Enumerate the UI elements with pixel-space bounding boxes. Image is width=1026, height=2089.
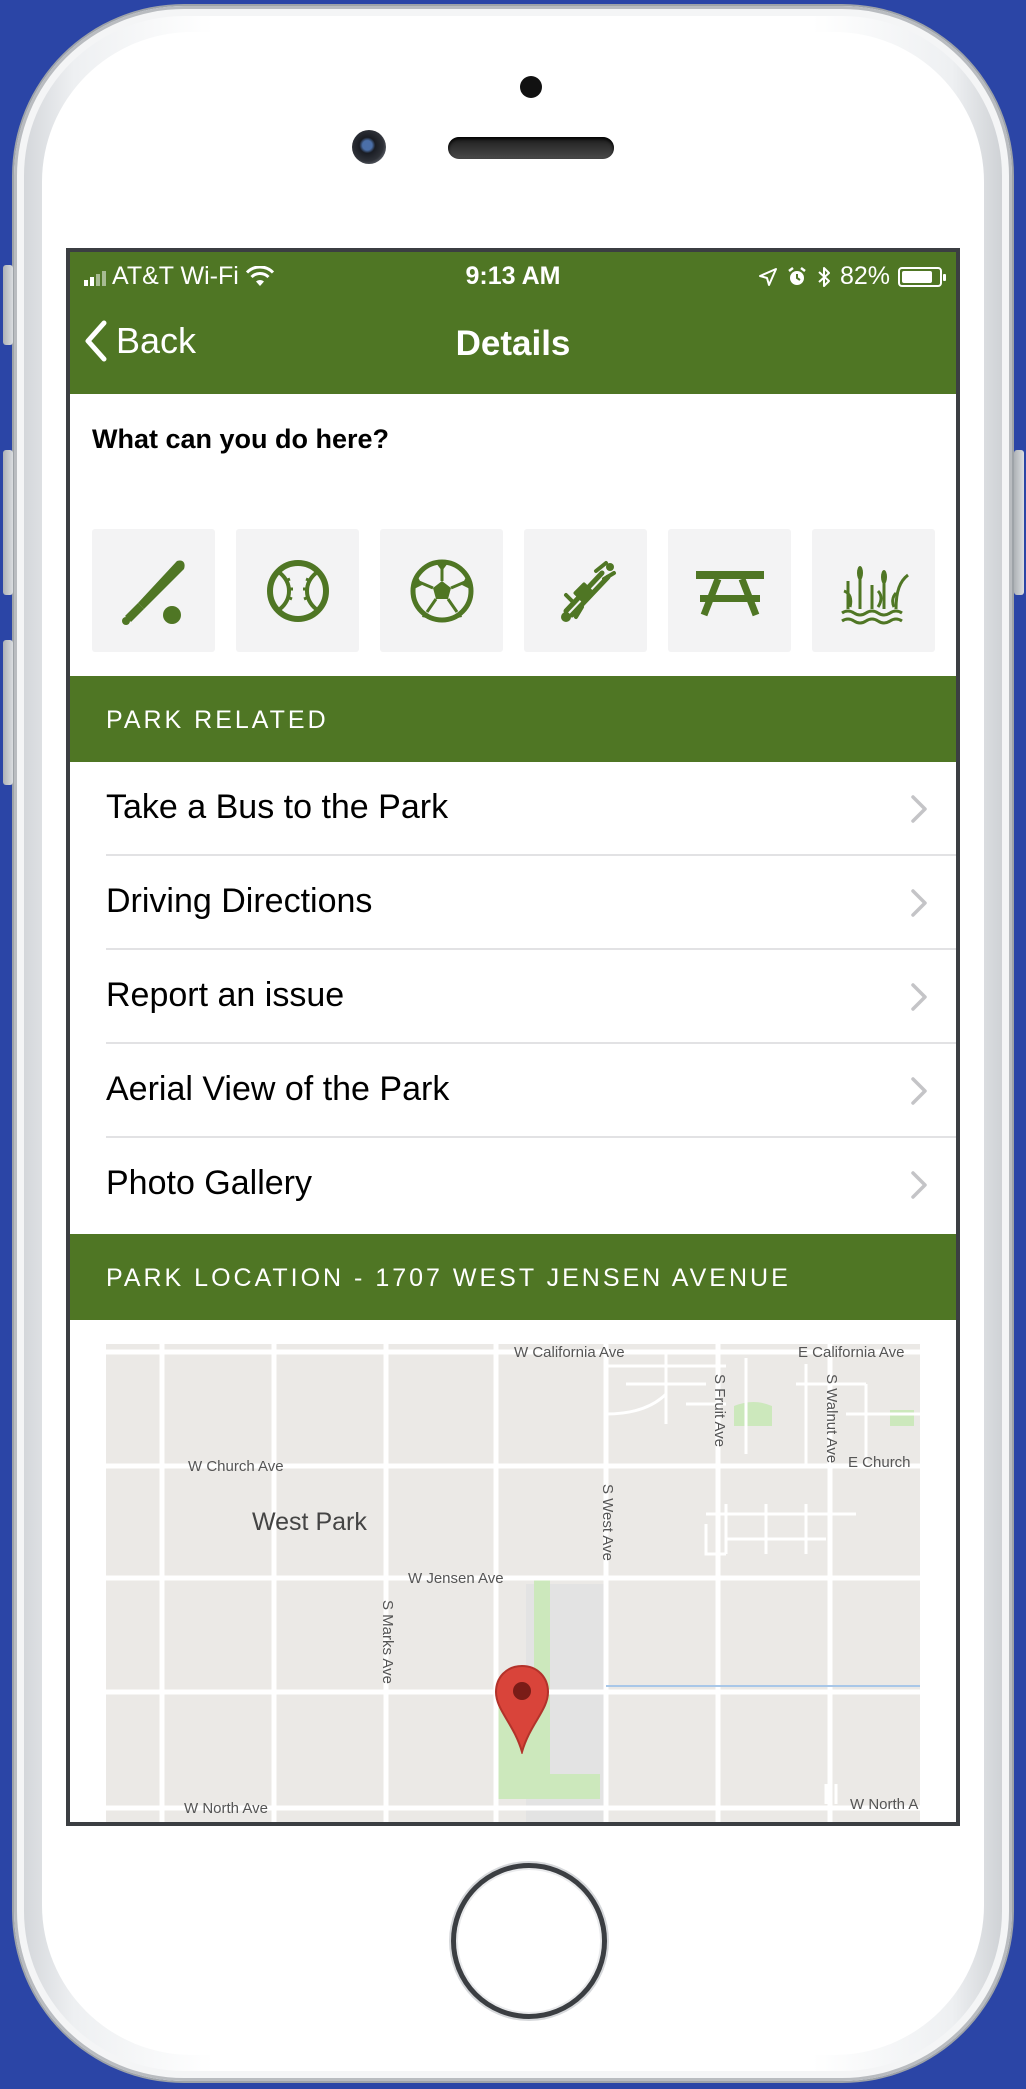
- chevron-right-icon: [911, 1077, 927, 1105]
- status-right: 82%: [758, 262, 946, 291]
- map-label-s-walnut: S Walnut Ave: [823, 1374, 840, 1464]
- activity-icons: [92, 529, 935, 652]
- list-item-take-bus[interactable]: Take a Bus to the Park: [70, 762, 956, 856]
- map-label-w-north-right: W North A: [850, 1796, 919, 1813]
- mute-switch: [3, 265, 13, 345]
- status-bar: AT&T Wi-Fi 9:13 AM 82%: [70, 252, 956, 294]
- battery-percent: 82%: [839, 262, 890, 290]
- proximity-sensor: [520, 76, 542, 98]
- list-item-aerial-view[interactable]: Aerial View of the Park: [70, 1044, 956, 1138]
- activities-heading: What can you do here?: [92, 424, 390, 454]
- list-item-label: Aerial View of the Park: [106, 1070, 450, 1108]
- list-item-label: Driving Directions: [106, 882, 373, 920]
- chevron-right-icon: [911, 983, 927, 1011]
- battery-fill: [902, 270, 932, 283]
- chevron-right-icon: [911, 889, 927, 917]
- map-label-e-california: E California Ave: [798, 1344, 905, 1361]
- map-label-w-north: W North Ave: [184, 1800, 268, 1817]
- front-camera: [352, 130, 386, 164]
- page-title: Details: [455, 324, 571, 363]
- activity-tile-wetlands[interactable]: [812, 529, 935, 652]
- earpiece-speaker: [448, 137, 614, 159]
- activity-tile-paintball[interactable]: [524, 529, 647, 652]
- map-label-s-west: S West Ave: [599, 1484, 616, 1561]
- map-label-s-fruit: S Fruit Ave: [711, 1374, 728, 1448]
- home-button[interactable]: [451, 1863, 607, 2019]
- map-label-west-park: West Park: [252, 1508, 367, 1536]
- wetlands-icon: [840, 565, 909, 624]
- chevron-right-icon: [911, 1171, 927, 1199]
- top-bar: AT&T Wi-Fi 9:13 AM 82% Back Details: [70, 252, 956, 394]
- park-related-list: Take a Bus to the Park Driving Direction…: [70, 762, 956, 1232]
- softball-icon: [266, 559, 329, 622]
- bluetooth-icon: [818, 266, 830, 287]
- power-button: [1014, 450, 1024, 595]
- park-location-title: PARK LOCATION - 1707 WEST JENSEN AVENUE: [106, 1264, 791, 1292]
- battery-icon: [898, 266, 946, 287]
- chevron-right-icon: [911, 795, 927, 823]
- park-related-header: PARK RELATED: [70, 676, 956, 762]
- map-pin-icon[interactable]: [494, 1664, 550, 1754]
- navigation-bar: Back Details: [70, 294, 956, 394]
- location-map[interactable]: W California Ave E California Ave W Chur…: [106, 1344, 920, 1822]
- location-arrow-icon: [758, 267, 777, 286]
- baseball-bat-icon: [121, 559, 185, 625]
- picnic-table-icon: [695, 570, 764, 616]
- map-label-w-church: W Church Ave: [188, 1458, 284, 1475]
- list-item-driving-directions[interactable]: Driving Directions: [70, 856, 956, 950]
- list-item-label: Photo Gallery: [106, 1164, 312, 1202]
- list-item-label: Report an issue: [106, 976, 345, 1014]
- park-related-title: PARK RELATED: [106, 706, 329, 734]
- list-item-label: Take a Bus to the Park: [106, 788, 449, 826]
- activity-tile-softball[interactable]: [236, 529, 359, 652]
- map-label-s-marks: S Marks Ave: [379, 1600, 396, 1684]
- activity-tile-picnic[interactable]: [668, 529, 791, 652]
- list-item-report-issue[interactable]: Report an issue: [70, 950, 956, 1044]
- alarm-icon: [788, 266, 806, 285]
- volume-down-button: [3, 640, 13, 785]
- map-label-e-church: E Church: [848, 1454, 911, 1471]
- app-screen: AT&T Wi-Fi 9:13 AM 82% Back Details What…: [66, 248, 960, 1826]
- map-label-w-california: W California Ave: [514, 1344, 625, 1361]
- park-location-header: PARK LOCATION - 1707 WEST JENSEN AVENUE: [70, 1234, 956, 1320]
- skatepark-icon: [560, 560, 616, 622]
- list-item-photo-gallery[interactable]: Photo Gallery: [70, 1138, 956, 1232]
- activity-tile-baseball[interactable]: [92, 529, 215, 652]
- soccer-ball-icon: [410, 559, 473, 622]
- activity-tile-soccer[interactable]: [380, 529, 503, 652]
- map-label-w-jensen: W Jensen Ave: [408, 1570, 504, 1587]
- volume-up-button: [3, 450, 13, 595]
